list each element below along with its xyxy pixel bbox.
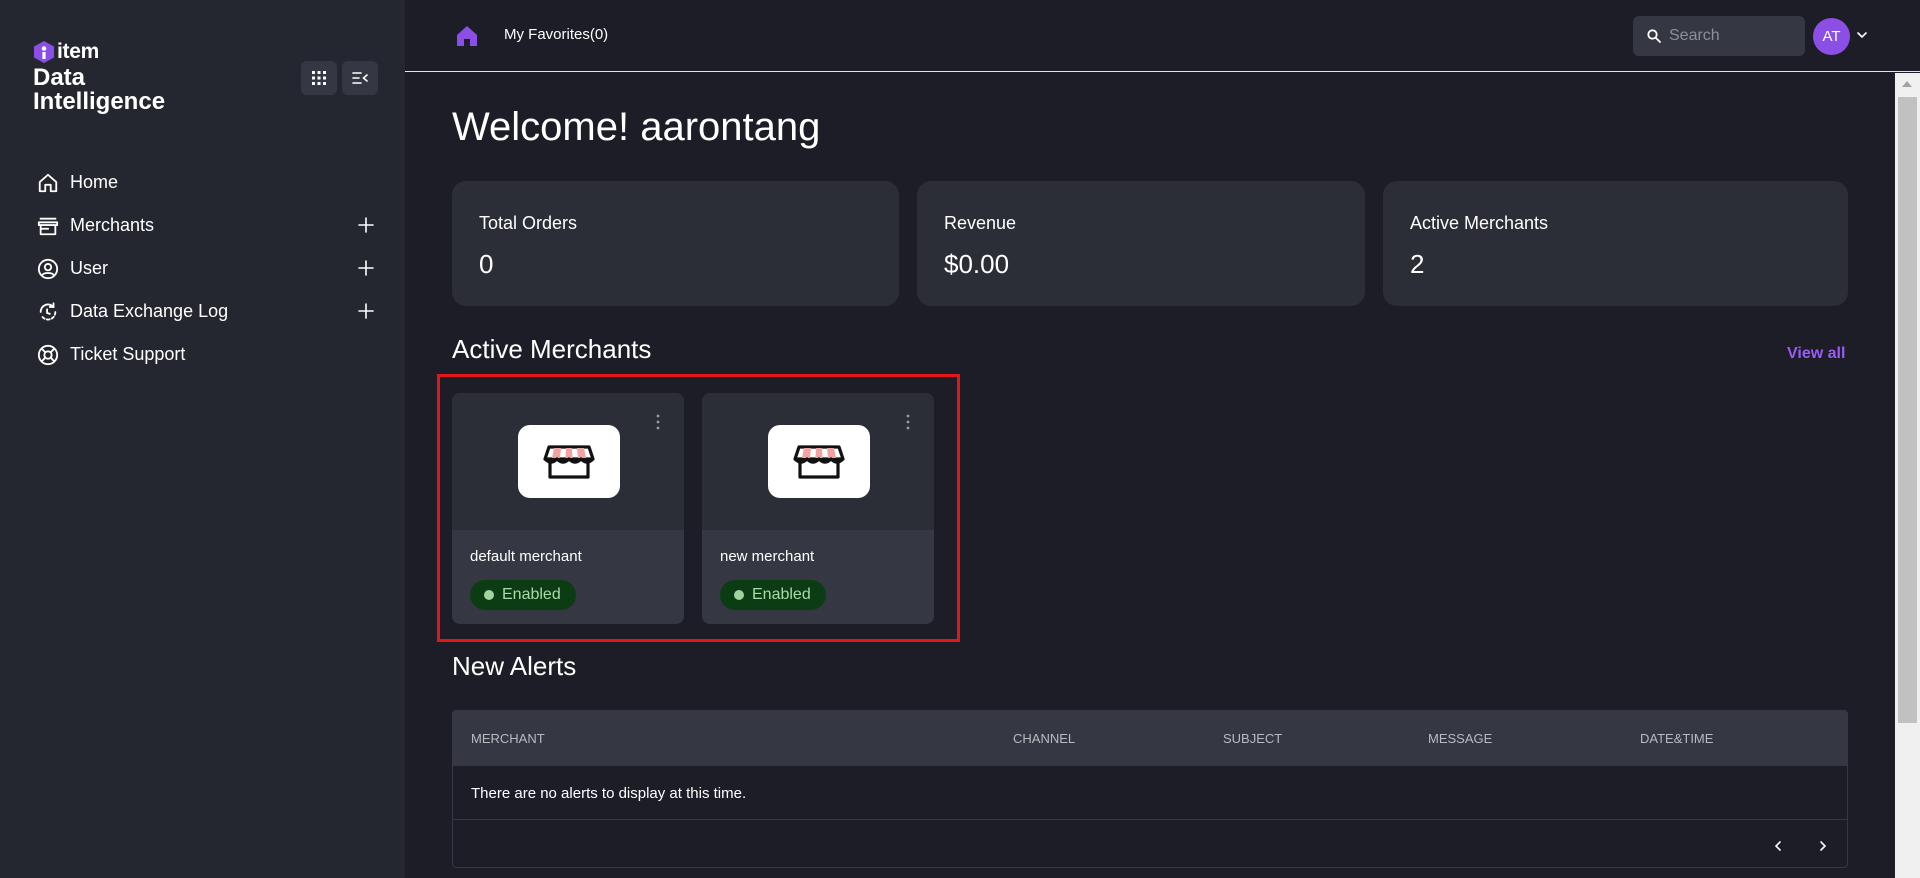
page-title: Welcome! aarontang: [452, 105, 821, 149]
stat-label: Revenue: [944, 213, 1017, 233]
merchant-name: new merchant: [720, 548, 815, 565]
storefront-icon: [793, 444, 845, 479]
storefront-icon: [543, 444, 595, 479]
home-icon: [36, 171, 60, 195]
status-dot-icon: [734, 590, 744, 600]
column-header-message[interactable]: MESSAGE: [1428, 731, 1492, 746]
sidebar: item Data Intelligence Home Merchants Us…: [0, 0, 405, 878]
status-badge: Enabled: [720, 580, 826, 610]
sidebar-item-ticket-support[interactable]: Ticket Support: [36, 333, 376, 376]
search-input[interactable]: [1669, 27, 1799, 45]
sidebar-item-label: Data Exchange Log: [70, 301, 229, 321]
column-header-merchant[interactable]: MERCHANT: [471, 731, 545, 746]
lifebuoy-icon: [36, 343, 60, 367]
chevron-down-icon[interactable]: [1855, 28, 1869, 42]
sidebar-item-merchants[interactable]: Merchants: [36, 204, 376, 247]
status-badge: Enabled: [470, 580, 576, 610]
more-options-icon[interactable]: [905, 413, 911, 431]
merchant-image: [518, 425, 620, 498]
merchant-card[interactable]: default merchant Enabled: [452, 393, 684, 624]
sidebar-nav: Home Merchants User Data Exchange Log Ti…: [36, 161, 376, 376]
my-favorites-link[interactable]: My Favorites(0): [504, 26, 608, 43]
stat-card-active-merchants: Active Merchants 2: [1383, 181, 1848, 306]
logo-subtitle: Data Intelligence: [33, 64, 166, 115]
status-text: Enabled: [752, 586, 811, 603]
plus-icon[interactable]: [354, 299, 378, 323]
scrollbar-thumb[interactable]: [1898, 97, 1917, 723]
view-all-link[interactable]: View all: [1787, 345, 1845, 363]
stat-label: Total Orders: [479, 213, 578, 233]
sidebar-item-label: Ticket Support: [70, 344, 186, 364]
merchant-image: [768, 425, 870, 498]
collapse-sidebar-button[interactable]: [342, 61, 378, 95]
sidebar-item-user[interactable]: User: [36, 247, 376, 290]
apps-grid-button[interactable]: [301, 61, 337, 95]
page-scrollbar[interactable]: [1895, 73, 1920, 878]
sync-icon: [36, 300, 60, 324]
stat-value: 0: [479, 249, 494, 279]
status-dot-icon: [484, 590, 494, 600]
user-icon: [36, 257, 60, 281]
new-alerts-title: New Alerts: [452, 651, 577, 681]
plus-icon[interactable]: [354, 256, 378, 280]
sidebar-item-home[interactable]: Home: [36, 161, 376, 204]
avatar[interactable]: AT: [1813, 18, 1850, 55]
column-header-subject[interactable]: SUBJECT: [1223, 731, 1282, 746]
top-bar: My Favorites(0) AT: [405, 0, 1920, 72]
merchant-name: default merchant: [470, 548, 582, 565]
table-header: MERCHANT CHANNEL SUBJECT MESSAGE DATE&TI…: [453, 711, 1847, 766]
merchant-card[interactable]: new merchant Enabled: [702, 393, 934, 624]
stat-label: Active Merchants: [1410, 213, 1549, 233]
column-header-date-time[interactable]: DATE&TIME: [1640, 731, 1713, 746]
collapse-menu-icon: [352, 72, 368, 84]
alerts-table: MERCHANT CHANNEL SUBJECT MESSAGE DATE&TI…: [452, 710, 1848, 868]
store-icon: [36, 214, 60, 238]
grid-icon: [312, 71, 326, 85]
sidebar-item-label: User: [70, 258, 109, 278]
empty-message: There are no alerts to display at this t…: [471, 785, 747, 802]
status-text: Enabled: [502, 586, 561, 603]
home-button-icon[interactable]: [455, 24, 479, 48]
logo-hex-icon: [34, 41, 54, 63]
table-row: There are no alerts to display at this t…: [453, 766, 1847, 820]
stat-card-revenue: Revenue $0.00: [917, 181, 1365, 306]
logo-text: item: [57, 40, 99, 63]
sidebar-item-label: Home: [70, 172, 119, 192]
chevron-right-icon[interactable]: [1816, 839, 1830, 853]
chevron-left-icon[interactable]: [1771, 839, 1785, 853]
scroll-up-arrow-icon[interactable]: [1902, 81, 1912, 87]
sidebar-item-data-exchange-log[interactable]: Data Exchange Log: [36, 290, 376, 333]
app-logo[interactable]: item Data Intelligence: [33, 40, 173, 114]
search-icon: [1647, 29, 1661, 43]
plus-icon[interactable]: [354, 213, 378, 237]
stat-value: $0.00: [944, 249, 1010, 279]
sidebar-item-label: Merchants: [70, 215, 155, 235]
stat-value: 2: [1410, 249, 1425, 279]
column-header-channel[interactable]: CHANNEL: [1013, 731, 1075, 746]
active-merchants-title: Active Merchants: [452, 334, 652, 364]
stat-card-total-orders: Total Orders 0: [452, 181, 899, 306]
more-options-icon[interactable]: [655, 413, 661, 431]
search-box[interactable]: [1633, 16, 1805, 56]
